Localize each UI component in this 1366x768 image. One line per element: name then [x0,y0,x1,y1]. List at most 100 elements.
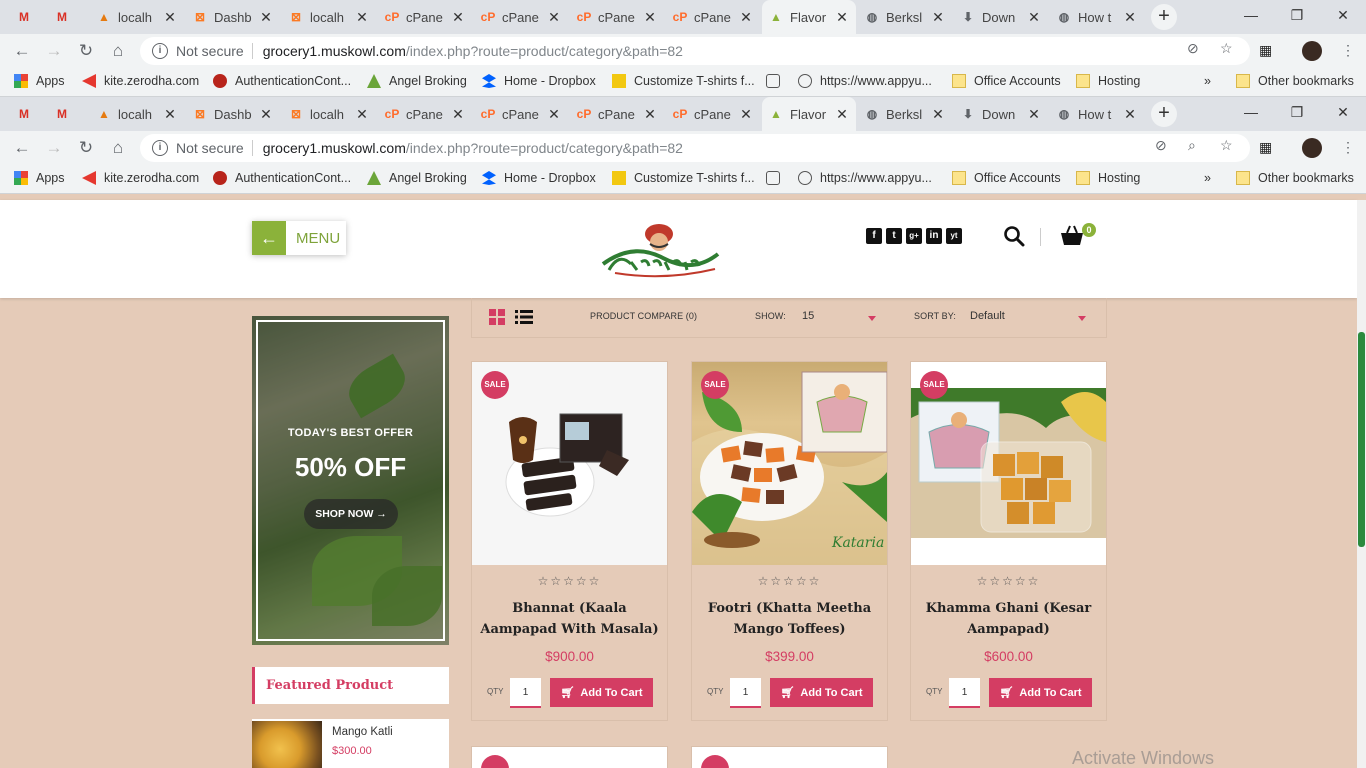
close-icon[interactable]: ✕ [738,106,754,123]
close-icon[interactable]: ✕ [1122,9,1138,26]
tab-active[interactable]: ▲ Flavor ✕ [762,0,856,34]
back-button[interactable]: ← [12,138,32,158]
tab[interactable]: ⊠ Dashb ✕ [186,0,280,34]
sort-select[interactable]: Default [970,310,1005,322]
bookmark-tshirt[interactable]: Customize T-shirts f... [612,74,755,88]
kataria-logo[interactable] [595,218,725,280]
search-icon[interactable] [1003,225,1025,247]
tab[interactable]: ⊠ localh ✕ [282,0,376,34]
bookmark-angel[interactable]: Angel Broking [367,74,467,88]
close-icon[interactable]: ✕ [642,9,658,26]
address-bar[interactable]: i Not secure grocery1.muskowl.com/index.… [140,37,1250,65]
bookmark-other[interactable]: Other bookmarks [1236,74,1354,88]
home-button[interactable]: ⌂ [108,138,128,158]
close-icon[interactable]: ✕ [930,9,946,26]
product-name[interactable]: Bhannat (Kaala Aampapad With Masala) [480,598,659,640]
product-name[interactable]: Footri (Khatta Meetha Mango Toffees) [700,598,879,640]
close-icon[interactable]: ✕ [450,106,466,123]
bookmark-dropbox[interactable]: Home - Dropbox [482,74,596,88]
featured-product-item[interactable]: Mango Katli $300.00 [252,719,449,768]
tab[interactable]: cP cPane ✕ [570,97,664,131]
bookmarks-overflow-button[interactable]: » [1204,74,1211,88]
close-icon[interactable]: ✕ [450,9,466,26]
bookmarks-overflow-button[interactable]: » [1204,171,1211,185]
bookmark-office-accounts[interactable]: Office Accounts [952,74,1061,88]
qty-input[interactable]: 1 [730,678,761,708]
tab[interactable]: ◍ How t ✕ [1050,0,1144,34]
tab[interactable]: cP cPane ✕ [666,97,760,131]
bookmark-star-icon[interactable]: ☆ [1220,137,1233,154]
tab[interactable]: ⊠ localh ✕ [282,97,376,131]
google-plus-icon[interactable]: g+ [906,228,922,244]
info-icon[interactable]: i [152,140,168,156]
extension-icon[interactable]: ▦ [1259,42,1272,59]
close-icon[interactable]: ✕ [258,9,274,26]
bookmark-other[interactable]: Other bookmarks [1236,171,1354,185]
tab[interactable]: cP cPane ✕ [666,0,760,34]
tab[interactable]: cP cPane ✕ [378,0,472,34]
home-button[interactable]: ⌂ [108,41,128,61]
tab[interactable]: ▲ localh ✕ [90,0,184,34]
youtube-icon[interactable]: yt [946,228,962,244]
tab[interactable]: M [10,0,48,34]
tab[interactable]: cP cPane ✕ [570,0,664,34]
cart-icon[interactable] [1060,224,1084,246]
restore-button[interactable]: ❐ [1274,0,1320,34]
tab[interactable]: ◍ Berksl ✕ [858,97,952,131]
close-icon[interactable]: ✕ [738,9,754,26]
close-window-button[interactable]: ✕ [1320,97,1366,131]
tab[interactable]: M [48,97,86,131]
bookmark-appyu[interactable]: https://www.appyu... [798,171,932,185]
page-scrollbar[interactable] [1357,200,1366,768]
close-icon[interactable]: ✕ [354,9,370,26]
bookmark-star-icon[interactable]: ☆ [1220,40,1233,57]
add-to-cart-button[interactable]: 🛒︎ Add To Cart [770,678,873,707]
add-to-cart-button[interactable]: 🛒︎ Add To Cart [550,678,653,707]
product-name[interactable]: Khamma Ghani (Kesar Aampapad) [919,598,1098,640]
zoom-icon[interactable]: ⌕ [1188,137,1196,154]
new-tab-button[interactable]: + [1151,4,1177,30]
tab[interactable]: M [48,0,86,34]
close-icon[interactable]: ✕ [1122,106,1138,123]
close-icon[interactable]: ✕ [258,106,274,123]
bookmark-hosting[interactable]: Hosting [1076,171,1140,185]
qty-input[interactable]: 1 [510,678,541,708]
close-icon[interactable]: ✕ [642,106,658,123]
grid-view-icon[interactable] [489,309,505,325]
kebab-menu-icon[interactable]: ⋮ [1341,42,1355,59]
tab-active[interactable]: ▲ Flavor ✕ [762,97,856,131]
tab[interactable]: ▲ localh ✕ [90,97,184,131]
profile-avatar[interactable] [1302,138,1322,158]
add-to-cart-button[interactable]: 🛒︎ Add To Cart [989,678,1092,707]
bookmark-link[interactable] [766,74,788,88]
new-tab-button[interactable]: + [1151,101,1177,127]
bookmark-link[interactable] [766,171,788,185]
bookmark-dropbox[interactable]: Home - Dropbox [482,171,596,185]
tab[interactable]: ◍ How t ✕ [1050,97,1144,131]
product-compare-link[interactable]: PRODUCT COMPARE (0) [590,311,697,321]
restore-button[interactable]: ❐ [1274,97,1320,131]
qty-input[interactable]: 1 [949,678,980,708]
kebab-menu-icon[interactable]: ⋮ [1341,139,1355,156]
tab[interactable]: cP cPane ✕ [474,0,568,34]
twitter-icon[interactable]: t [886,228,902,244]
close-icon[interactable]: ✕ [162,106,178,123]
shop-now-button[interactable]: SHOP NOW → [304,499,398,529]
close-icon[interactable]: ✕ [162,9,178,26]
address-bar[interactable]: i Not secure grocery1.muskowl.com/index.… [140,134,1250,162]
bookmark-auth[interactable]: AuthenticationCont... [213,74,351,88]
reload-button[interactable]: ↻ [76,41,96,61]
info-icon[interactable]: i [152,43,168,59]
bookmark-apps[interactable]: Apps [14,171,65,185]
close-icon[interactable]: ✕ [1026,9,1042,26]
close-icon[interactable]: ✕ [930,106,946,123]
bookmark-tshirt[interactable]: Customize T-shirts f... [612,171,755,185]
tab[interactable]: ⬇ Down ✕ [954,97,1048,131]
bookmark-angel[interactable]: Angel Broking [367,171,467,185]
close-icon[interactable]: ✕ [546,106,562,123]
tab[interactable]: ⬇ Down ✕ [954,0,1048,34]
close-icon[interactable]: ✕ [1026,106,1042,123]
profile-avatar[interactable] [1302,41,1322,61]
bookmark-kite[interactable]: kite.zerodha.com [82,171,199,185]
list-view-icon[interactable] [515,309,533,325]
